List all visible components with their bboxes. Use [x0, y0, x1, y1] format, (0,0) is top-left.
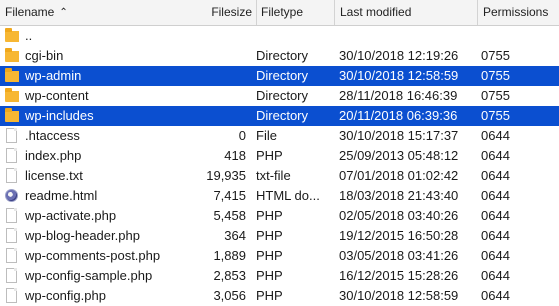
file-icon [3, 226, 19, 246]
file-size: 7,415 [213, 188, 246, 203]
file-row[interactable]: wp-includes Directory 20/11/2018 06:39:36 0… [0, 106, 559, 126]
file-type: File [256, 128, 277, 143]
file-permissions: 0644 [481, 248, 510, 263]
remote-file-list[interactable]: Filename ⌃ Filesize Filetype Last modifie… [0, 0, 559, 306]
file-last-modified: 30/10/2018 12:19:26 [339, 48, 459, 63]
folder-icon [3, 66, 19, 86]
file-row[interactable]: wp-config-sample.php 2,853 PHP 16/12/2015 1… [0, 266, 559, 286]
file-permissions: 0755 [481, 108, 510, 123]
file-row[interactable]: .. [0, 26, 559, 46]
column-header-bar: Filename ⌃ Filesize Filetype Last modifie… [0, 0, 559, 26]
file-last-modified: 28/11/2018 16:46:39 [339, 88, 458, 103]
file-last-modified: 16/12/2015 15:28:26 [339, 268, 459, 283]
file-size: 19,935 [206, 168, 246, 183]
file-permissions: 0644 [481, 208, 510, 223]
file-row[interactable]: wp-comments-post.php 1,889 PHP 03/05/2018 0… [0, 246, 559, 266]
column-header-filetype-label: Filetype [261, 5, 304, 19]
file-last-modified [339, 26, 477, 46]
file-last-modified: 18/03/2018 21:43:40 [339, 188, 459, 203]
file-type [256, 26, 334, 46]
file-last-modified: 30/10/2018 12:58:59 [339, 288, 459, 303]
file-type: PHP [256, 248, 283, 263]
file-last-modified: 19/12/2015 16:50:28 [339, 228, 459, 243]
file-size: 2,853 [213, 268, 246, 283]
file-icon [3, 206, 19, 226]
file-type: PHP [256, 148, 283, 163]
file-type: Directory [256, 68, 309, 83]
file-type: txt-file [256, 168, 291, 183]
file-type: PHP [256, 228, 283, 243]
file-last-modified: 03/05/2018 03:41:26 [339, 248, 459, 263]
column-header-filename-label: Filename [5, 5, 55, 19]
file-icon [3, 246, 19, 266]
file-permissions: 0755 [481, 48, 510, 63]
file-last-modified: 30/10/2018 12:58:59 [339, 68, 459, 83]
file-last-modified: 20/11/2018 06:39:36 [339, 108, 458, 123]
file-size: 418 [224, 148, 246, 163]
column-header-permissions-label: Permissions [483, 5, 549, 19]
file-rows: .. cgi-bin Directory 30/10/2018 12:19:26 075… [0, 26, 559, 306]
folder-icon [3, 106, 19, 126]
file-icon [3, 266, 19, 286]
column-header-filesize[interactable]: Filesize [180, 0, 256, 25]
file-type: PHP [256, 268, 283, 283]
file-permissions: 0644 [481, 188, 510, 203]
file-size [180, 106, 246, 126]
folder-icon [3, 26, 19, 46]
file-size [180, 66, 246, 86]
web-icon [3, 186, 19, 206]
file-size [180, 26, 246, 46]
file-permissions: 0644 [481, 128, 510, 143]
file-permissions: 0644 [481, 228, 510, 243]
file-size: 1,889 [213, 248, 246, 263]
file-permissions: 0755 [481, 68, 510, 83]
file-row[interactable]: wp-config.php 3,056 PHP 30/10/2018 12:58:59… [0, 286, 559, 306]
file-type: Directory [256, 88, 309, 103]
file-row[interactable]: .htaccess 0 File 30/10/2018 15:17:37 0644 [0, 126, 559, 146]
file-type: Directory [256, 48, 309, 63]
file-row[interactable]: wp-content Directory 28/11/2018 16:46:39 07… [0, 86, 559, 106]
file-last-modified: 30/10/2018 15:17:37 [339, 128, 459, 143]
file-row[interactable]: cgi-bin Directory 30/10/2018 12:19:26 0755 [0, 46, 559, 66]
folder-icon [3, 86, 19, 106]
sort-ascending-icon: ⌃ [59, 7, 68, 18]
file-type: Directory [256, 108, 309, 123]
file-size [180, 46, 246, 66]
file-icon [3, 286, 19, 306]
file-icon [3, 126, 19, 146]
file-size: 0 [238, 128, 246, 143]
file-row[interactable]: wp-admin Directory 30/10/2018 12:58:59 0755 [0, 66, 559, 86]
file-type: PHP [256, 208, 283, 223]
file-permissions: 0644 [481, 168, 510, 183]
file-row[interactable]: license.txt 19,935 txt-file 07/01/2018 01:0… [0, 166, 559, 186]
file-size: 3,056 [213, 288, 246, 303]
file-icon [3, 146, 19, 166]
file-row[interactable]: wp-blog-header.php 364 PHP 19/12/2015 16:50… [0, 226, 559, 246]
file-row[interactable]: wp-activate.php 5,458 PHP 02/05/2018 03:40:… [0, 206, 559, 226]
folder-icon [3, 46, 19, 66]
file-permissions: 0644 [481, 148, 510, 163]
file-permissions [481, 26, 559, 46]
column-header-filetype[interactable]: Filetype [256, 0, 334, 25]
file-last-modified: 07/01/2018 01:02:42 [339, 168, 459, 183]
file-size: 364 [224, 228, 246, 243]
file-permissions: 0755 [481, 88, 510, 103]
file-last-modified: 02/05/2018 03:40:26 [339, 208, 459, 223]
file-permissions: 0644 [481, 288, 510, 303]
file-type: HTML do... [256, 188, 320, 203]
column-header-last-modified-label: Last modified [340, 5, 412, 19]
column-header-permissions[interactable]: Permissions [477, 0, 559, 25]
file-row[interactable]: readme.html 7,415 HTML do... 18/03/2018 21:… [0, 186, 559, 206]
file-type: PHP [256, 288, 283, 303]
file-size [180, 86, 246, 106]
column-header-last-modified[interactable]: Last modified [334, 0, 477, 25]
column-header-filesize-label: Filesize [211, 5, 252, 19]
file-permissions: 0644 [481, 268, 510, 283]
file-size: 5,458 [213, 208, 246, 223]
file-last-modified: 25/09/2013 05:48:12 [339, 148, 459, 163]
file-row[interactable]: index.php 418 PHP 25/09/2013 05:48:12 0644 [0, 146, 559, 166]
file-icon [3, 166, 19, 186]
